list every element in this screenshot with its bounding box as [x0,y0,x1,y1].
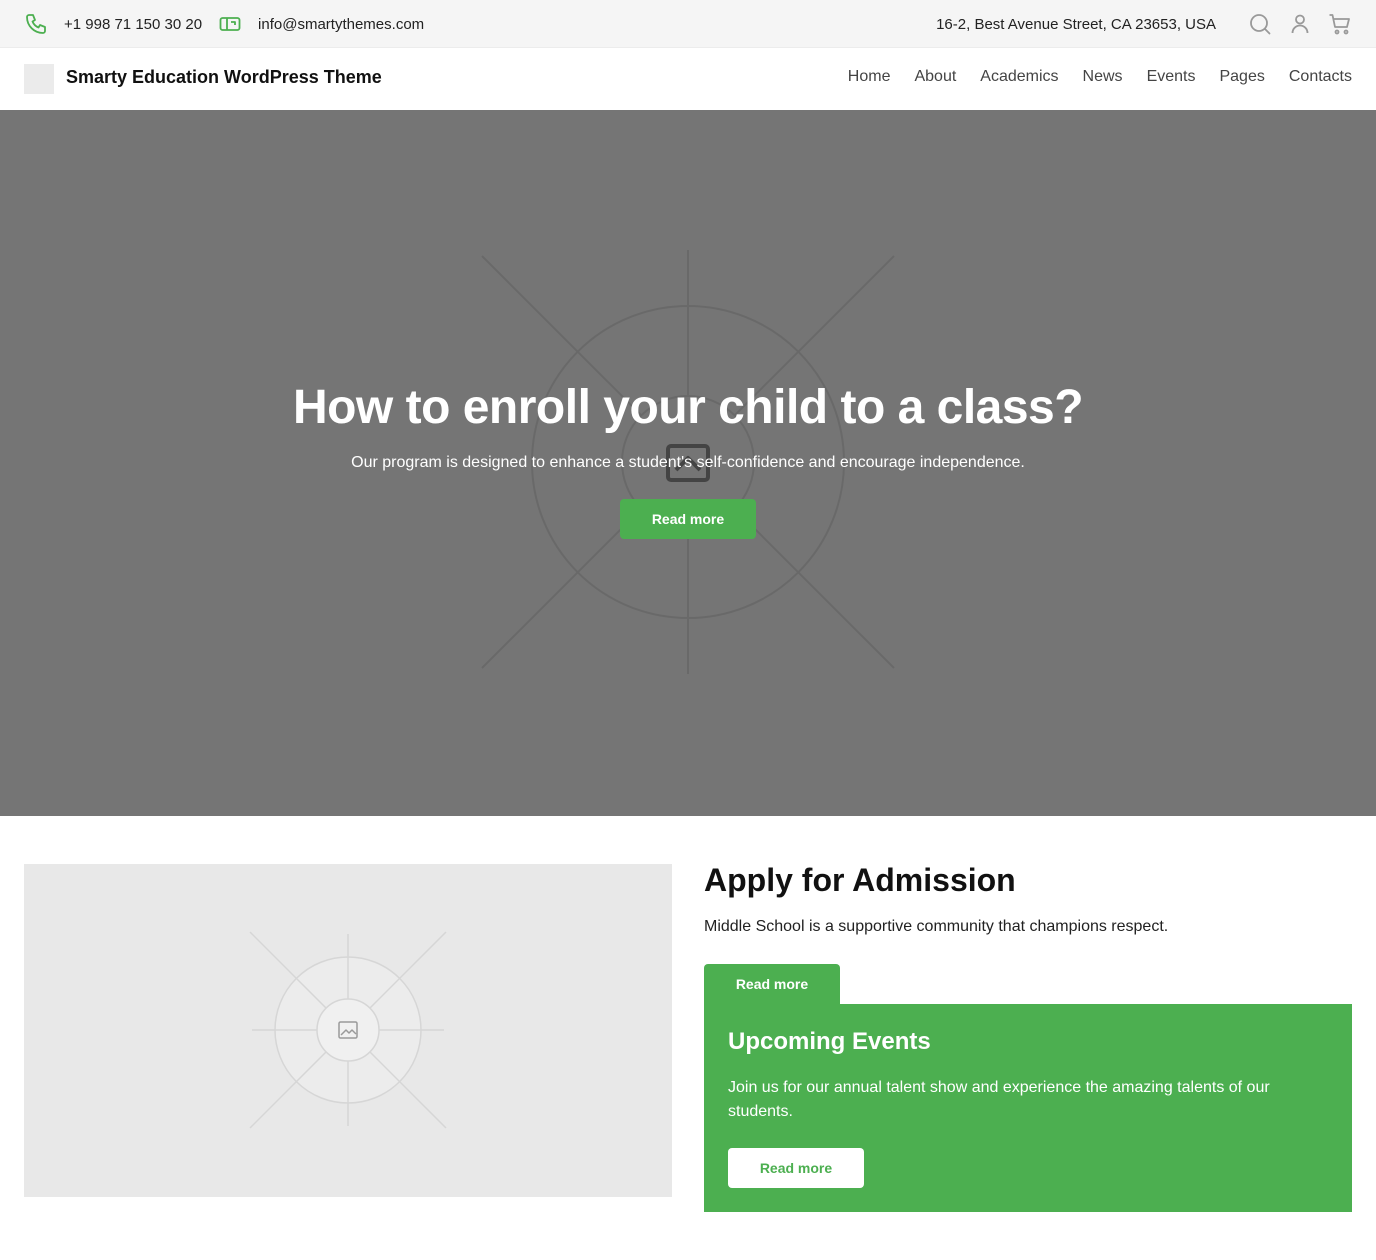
mail-icon [218,12,242,36]
nav-item-home[interactable]: Home [848,68,891,86]
site-header: Smarty Education WordPress Theme Home Ab… [0,48,1376,110]
phone-icon [24,12,48,36]
hero-subtitle: Our program is designed to enhance a stu… [351,454,1025,471]
events-read-more-button[interactable]: Read more [728,1148,864,1188]
hero-section: How to enroll your child to a class? Our… [0,110,1376,816]
admission-read-more-button[interactable]: Read more [704,964,840,1004]
admission-image-placeholder [24,864,672,1197]
site-logo[interactable] [24,64,54,94]
topbar-actions: 16-2, Best Avenue Street, CA 23653, USA [936,0,1352,48]
user-icon[interactable] [1288,12,1312,36]
email-link[interactable]: info@smartythemes.com [258,16,424,33]
hero-title: How to enroll your child to a class? [292,381,1084,434]
nav-item-pages[interactable]: Pages [1219,68,1264,86]
nav-item-contacts[interactable]: Contacts [1289,68,1352,86]
nav-item-academics[interactable]: Academics [980,68,1058,86]
main-nav: Home About Academics News Events Pages C… [824,68,1352,86]
top-bar: +1 998 71 150 30 20 info@smartythemes.co… [0,0,1376,48]
site-title[interactable]: Smarty Education WordPress Theme [66,67,382,88]
search-icon[interactable] [1248,12,1272,36]
contact-info: +1 998 71 150 30 20 info@smartythemes.co… [24,0,424,48]
admission-text: Middle School is a supportive community … [704,918,1169,935]
nav-item-about[interactable]: About [914,68,956,86]
events-text: Join us for our annual talent show and e… [728,1079,1270,1120]
hero-read-more-button[interactable]: Read more [620,499,756,539]
address-text: 16-2, Best Avenue Street, CA 23653, USA [936,15,1216,33]
upcoming-events-card: Upcoming Events Join us for our annual t… [704,1004,1352,1212]
nav-item-events[interactable]: Events [1147,68,1196,86]
admission-title: Apply for Admission [704,862,1016,898]
cart-icon[interactable] [1328,12,1352,36]
nav-item-news[interactable]: News [1083,68,1123,86]
events-title: Upcoming Events [728,1028,931,1055]
phone-number[interactable]: +1 998 71 150 30 20 [64,16,202,33]
